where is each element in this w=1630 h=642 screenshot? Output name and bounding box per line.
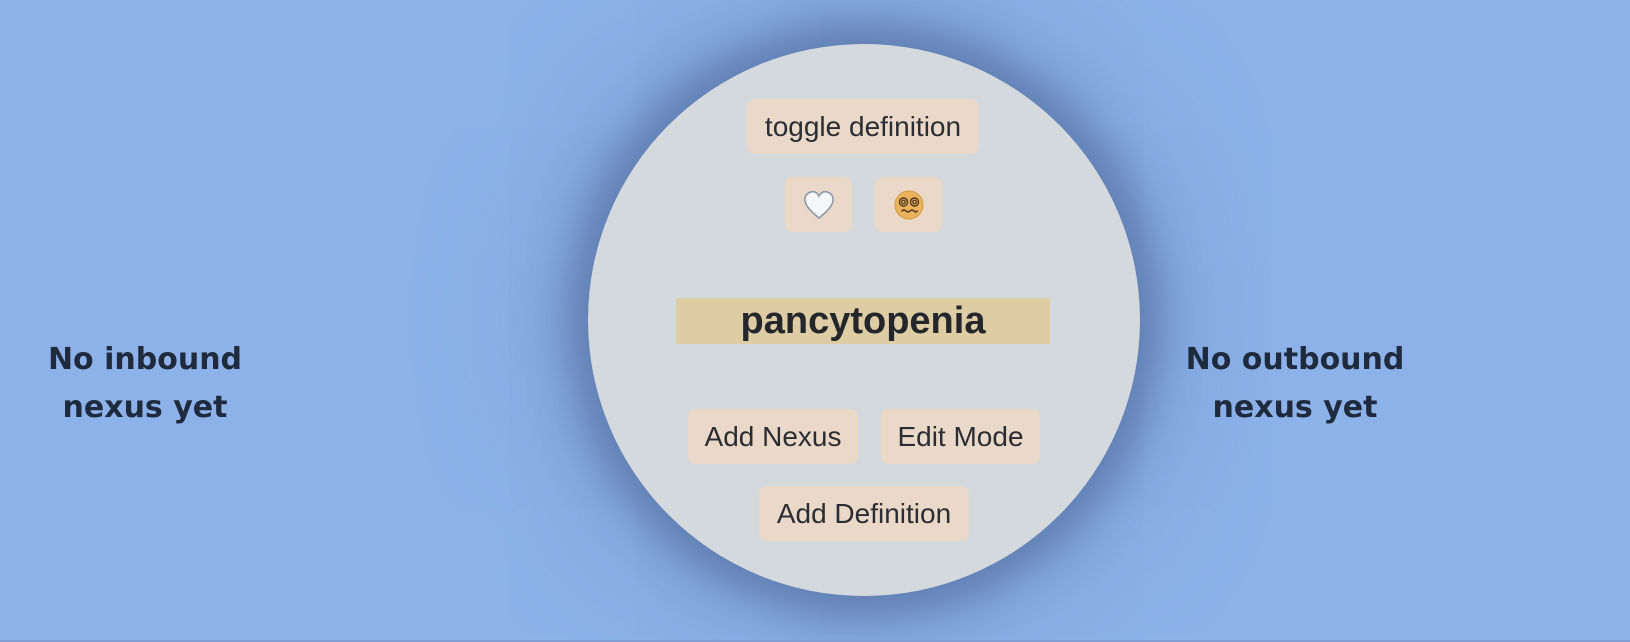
outbound-message-line1: No outbound: [1185, 342, 1405, 377]
confused-button[interactable]: [875, 177, 942, 232]
outbound-nexus-message: No outbound nexus yet: [1175, 336, 1415, 432]
toggle-definition-button[interactable]: toggle definition: [747, 99, 979, 154]
add-nexus-button[interactable]: Add Nexus: [688, 409, 858, 464]
inbound-nexus-message: No inbound nexus yet: [25, 336, 265, 432]
outbound-message-line2: nexus yet: [1212, 390, 1378, 425]
inbound-message-line2: nexus yet: [62, 390, 228, 425]
word-card: toggle definition pancytopenia Add Nexus…: [588, 44, 1140, 596]
inbound-message-line1: No inbound: [47, 342, 243, 377]
add-definition-button[interactable]: Add Definition: [759, 486, 969, 541]
nexus-view: No inbound nexus yet toggle definition p…: [0, 0, 1630, 642]
dizzy-face-icon: [893, 189, 925, 221]
favorite-button[interactable]: [785, 177, 852, 232]
white-heart-icon: [803, 190, 835, 220]
edit-mode-button[interactable]: Edit Mode: [881, 409, 1040, 464]
term-title: pancytopenia: [676, 298, 1050, 344]
